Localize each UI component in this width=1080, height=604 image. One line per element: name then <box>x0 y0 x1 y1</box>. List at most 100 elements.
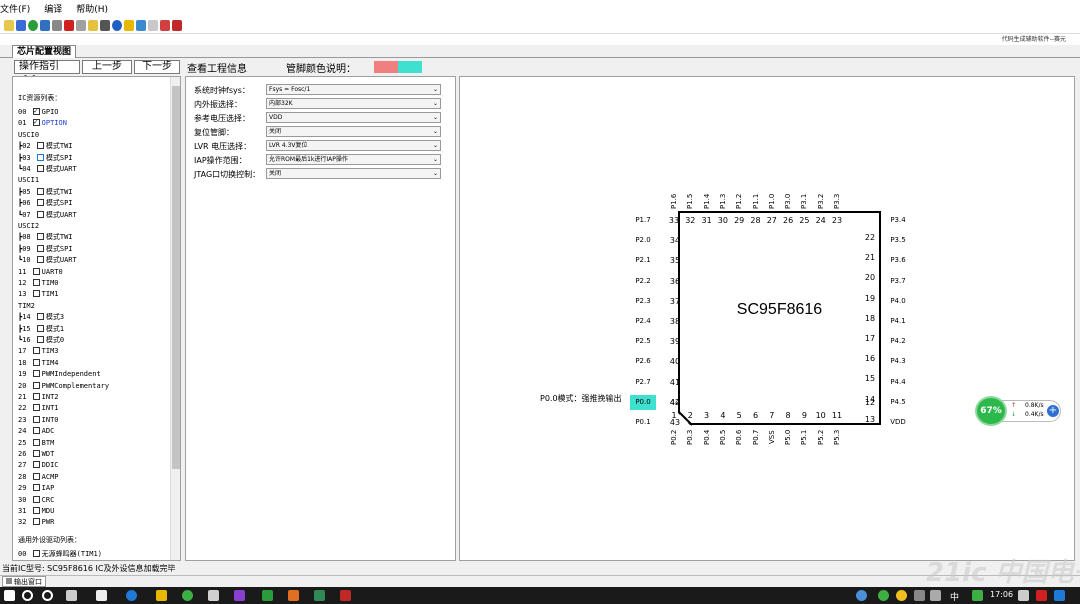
chip-pin-right[interactable]: P4.3 <box>884 354 912 369</box>
chip-pin-left[interactable]: P2.3 <box>630 294 656 309</box>
tab-chip-config-view[interactable]: 芯片配置视图 <box>12 45 77 58</box>
exit-icon[interactable] <box>160 19 170 31</box>
next-step-button[interactable]: 下一步 <box>134 60 180 74</box>
chip-pin-bottom[interactable]: P0.7 <box>748 430 764 470</box>
checkbox[interactable] <box>36 187 44 195</box>
notification-icon[interactable] <box>1018 590 1029 601</box>
config-select[interactable]: 允许ROM最后1k进行IAP操作 ⌄ <box>266 154 441 165</box>
save-icon[interactable] <box>16 19 26 31</box>
chart-icon[interactable] <box>88 19 98 31</box>
tray-icon-1[interactable] <box>856 590 867 601</box>
chip-pin-top[interactable]: P1.3 <box>715 169 731 209</box>
tree-item[interactable]: 26 WDT <box>18 449 54 460</box>
tree-item[interactable]: 11 UART0 <box>18 267 63 278</box>
checkbox[interactable] <box>32 381 40 389</box>
chip-pin-bottom[interactable]: P5.1 <box>796 430 812 470</box>
ime-indicator[interactable]: 中 <box>950 590 959 603</box>
tree-item[interactable]: 29 IAP <box>18 483 54 494</box>
tree-item[interactable]: ┗16 模式0 <box>18 335 64 346</box>
chip-pin-right[interactable]: P4.1 <box>884 314 912 329</box>
checkbox[interactable] <box>32 550 40 557</box>
checkbox[interactable] <box>36 210 44 218</box>
app-icon-2[interactable] <box>208 590 219 601</box>
tree-item[interactable]: 00 GPIO <box>18 106 59 118</box>
tree-item[interactable]: ┣09 模式SPI <box>18 244 73 255</box>
chip-pin-left[interactable]: P2.0 <box>630 233 656 248</box>
tree-item[interactable]: ┗04 模式UART <box>18 164 77 175</box>
logo-icon[interactable] <box>172 19 182 31</box>
chip-pin-left[interactable]: P2.1 <box>630 253 656 268</box>
chip-pin-bottom[interactable]: P0.6 <box>731 430 747 470</box>
checkbox[interactable] <box>32 290 40 298</box>
tray-icon-4[interactable] <box>914 590 925 601</box>
config-select[interactable]: 关闭 ⌄ <box>266 126 441 137</box>
tree-item[interactable]: ┣14 模式3 <box>18 312 64 323</box>
chip-pin-top[interactable]: P3.1 <box>796 169 812 209</box>
chip-pin-left[interactable]: P2.5 <box>630 334 656 349</box>
chip-pin-left[interactable]: P2.7 <box>630 375 656 390</box>
chip-pin-top[interactable]: P1.0 <box>764 169 780 209</box>
checkbox[interactable] <box>32 393 40 400</box>
config-select[interactable]: VDD ⌄ <box>266 112 441 123</box>
chip-pin-bottom[interactable]: VSS <box>764 430 780 470</box>
excel-icon[interactable] <box>314 590 325 601</box>
chip-pin-top[interactable]: P1.5 <box>682 169 698 209</box>
tree-item[interactable]: 25 BTM <box>18 438 54 449</box>
tree-item[interactable]: 22 INT1 <box>18 403 59 414</box>
windows-start-icon[interactable] <box>4 590 15 601</box>
tree-item[interactable]: 30 CRC <box>18 495 54 506</box>
chip-pin-right[interactable]: P4.4 <box>884 375 912 390</box>
chip-pin-left[interactable]: P2.2 <box>630 274 656 289</box>
config-select[interactable]: LVR 4.3V复位 ⌄ <box>266 140 441 151</box>
chip-pin-bottom[interactable]: P5.3 <box>829 430 845 470</box>
chip-pin-right[interactable]: VDD <box>884 415 912 430</box>
chip-pin-right[interactable]: P4.5 <box>884 395 912 410</box>
tree-item[interactable]: 31 MDU <box>18 506 54 517</box>
chip-pin-top[interactable]: P1.1 <box>748 169 764 209</box>
guide-button[interactable]: 操作指引<< <box>14 60 80 84</box>
checkbox[interactable] <box>36 324 44 332</box>
print-icon[interactable] <box>100 19 110 31</box>
checkbox[interactable] <box>32 415 40 423</box>
tree-scrollbar[interactable] <box>170 77 180 560</box>
tray-icon-7[interactable] <box>1036 590 1047 601</box>
help-icon[interactable] <box>112 19 122 31</box>
checkbox[interactable] <box>32 279 40 286</box>
tree-item[interactable]: ┣05 模式TWI <box>18 187 73 198</box>
chip-pin-bottom[interactable]: P5.0 <box>780 430 796 470</box>
file-explorer-icon[interactable] <box>156 590 167 601</box>
checkbox[interactable] <box>32 106 40 117</box>
tree-item[interactable]: ┗07 模式UART <box>18 210 77 221</box>
checkbox[interactable] <box>36 336 44 343</box>
menu-help[interactable]: 帮助(H) <box>76 2 108 15</box>
open-folder-icon[interactable] <box>4 19 14 31</box>
download-icon[interactable] <box>40 19 50 31</box>
tree-item[interactable]: 28 ACMP <box>18 472 59 483</box>
tree-item[interactable]: 23 INT0 <box>18 415 59 426</box>
tree-item[interactable]: 19 PWMIndependent <box>18 369 101 380</box>
tree-item[interactable]: ┣15 模式1 <box>18 324 64 335</box>
checkbox[interactable] <box>36 256 44 264</box>
checkbox[interactable] <box>32 461 40 469</box>
menu-edit[interactable]: 编译 <box>44 2 62 15</box>
tree-item[interactable]: 32 PWR <box>18 517 54 528</box>
task-view-icon[interactable] <box>66 590 77 601</box>
chip-pin-left[interactable]: P0.0 <box>630 394 656 410</box>
config-select[interactable]: Fsys = Fosc/1 ⌄ <box>266 84 441 95</box>
tree-item[interactable]: ┗10 模式UART <box>18 255 77 266</box>
app-icon-4[interactable] <box>288 590 299 601</box>
prev-step-button[interactable]: 上一步 <box>82 60 132 74</box>
chip-pin-left[interactable]: P2.6 <box>630 354 656 369</box>
visual-studio-icon[interactable] <box>234 590 245 601</box>
checkbox[interactable] <box>32 495 40 503</box>
chip-pin-right[interactable]: P3.5 <box>884 233 912 248</box>
checkbox[interactable] <box>36 153 44 161</box>
chip-pin-bottom[interactable]: P0.2 <box>666 430 682 470</box>
new-file-icon[interactable] <box>52 19 62 31</box>
tree-item[interactable]: 01 OPTION <box>18 117 67 129</box>
chip-pin-bottom[interactable]: P5.2 <box>813 430 829 470</box>
table-icon[interactable] <box>148 19 158 31</box>
checkbox[interactable] <box>36 244 44 252</box>
chip-pin-top[interactable]: P1.2 <box>731 169 747 209</box>
search-icon[interactable] <box>22 590 33 601</box>
